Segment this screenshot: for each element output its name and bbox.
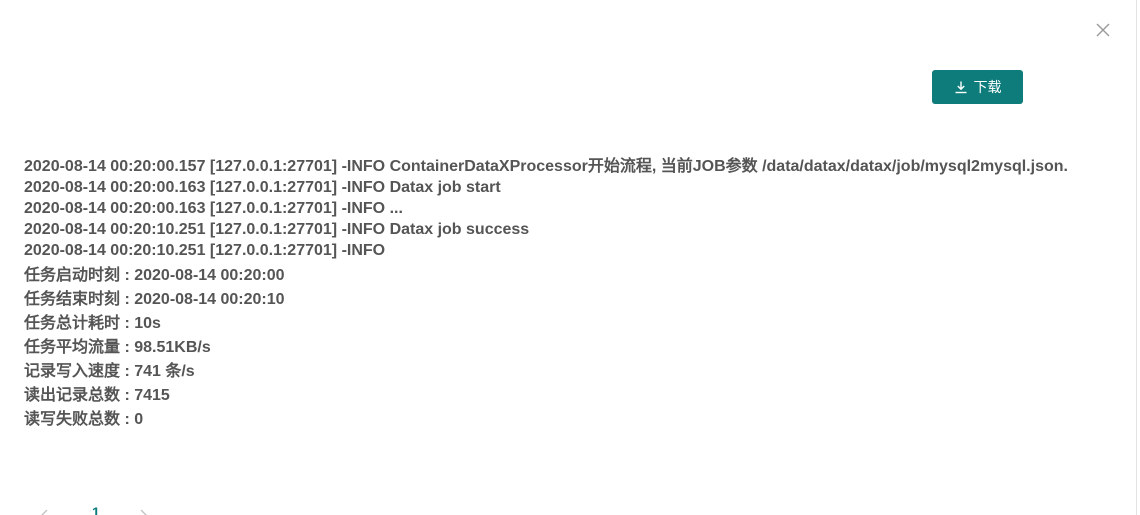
close-button[interactable]	[1094, 21, 1112, 39]
stat-failed-count: 读写失败总数 : 0	[24, 411, 144, 428]
stat-avg-throughput: 任务平均流量 : 98.51KB/s	[24, 339, 211, 356]
pagination: 1	[40, 500, 152, 515]
log-line: 2020-08-14 00:20:00.163 [127.0.0.1:27701…	[24, 200, 403, 217]
log-line: 2020-08-14 00:20:10.251 [127.0.0.1:27701…	[24, 221, 530, 238]
page-1[interactable]: 1	[92, 500, 100, 515]
stat-end-time: 任务结束时刻 : 2020-08-14 00:20:10	[24, 291, 285, 308]
download-label: 下载	[973, 79, 1002, 95]
close-icon	[1096, 23, 1110, 37]
stat-duration: 任务总计耗时 : 10s	[24, 315, 161, 332]
stat-write-speed: 记录写入速度 : 741 条/s	[24, 363, 195, 380]
stat-start-time: 任务启动时刻 : 2020-08-14 00:20:00	[24, 267, 285, 284]
log-line: 2020-08-14 00:20:00.163 [127.0.0.1:27701…	[24, 179, 501, 196]
log-line: 2020-08-14 00:20:10.251 [127.0.0.1:27701…	[24, 242, 386, 259]
prev-page-button[interactable]	[40, 500, 54, 515]
log-line: 2020-08-14 00:20:00.157 [127.0.0.1:27701…	[24, 158, 1068, 175]
log-dialog: 下载 2020-08-14 00:20:00.157 [127.0.0.1:27…	[0, 0, 1137, 515]
chevron-left-icon	[41, 509, 48, 515]
download-button[interactable]: 下载	[932, 70, 1023, 104]
job-stats: 任务启动时刻 : 2020-08-14 00:20:00 任务结束时刻 : 20…	[24, 264, 1114, 432]
chevron-right-icon	[140, 509, 147, 515]
download-icon	[954, 80, 968, 94]
log-content: 2020-08-14 00:20:00.157 [127.0.0.1:27701…	[24, 156, 1114, 432]
stat-records-read: 读出记录总数 : 7415	[24, 387, 170, 404]
next-page-button[interactable]	[138, 500, 152, 515]
